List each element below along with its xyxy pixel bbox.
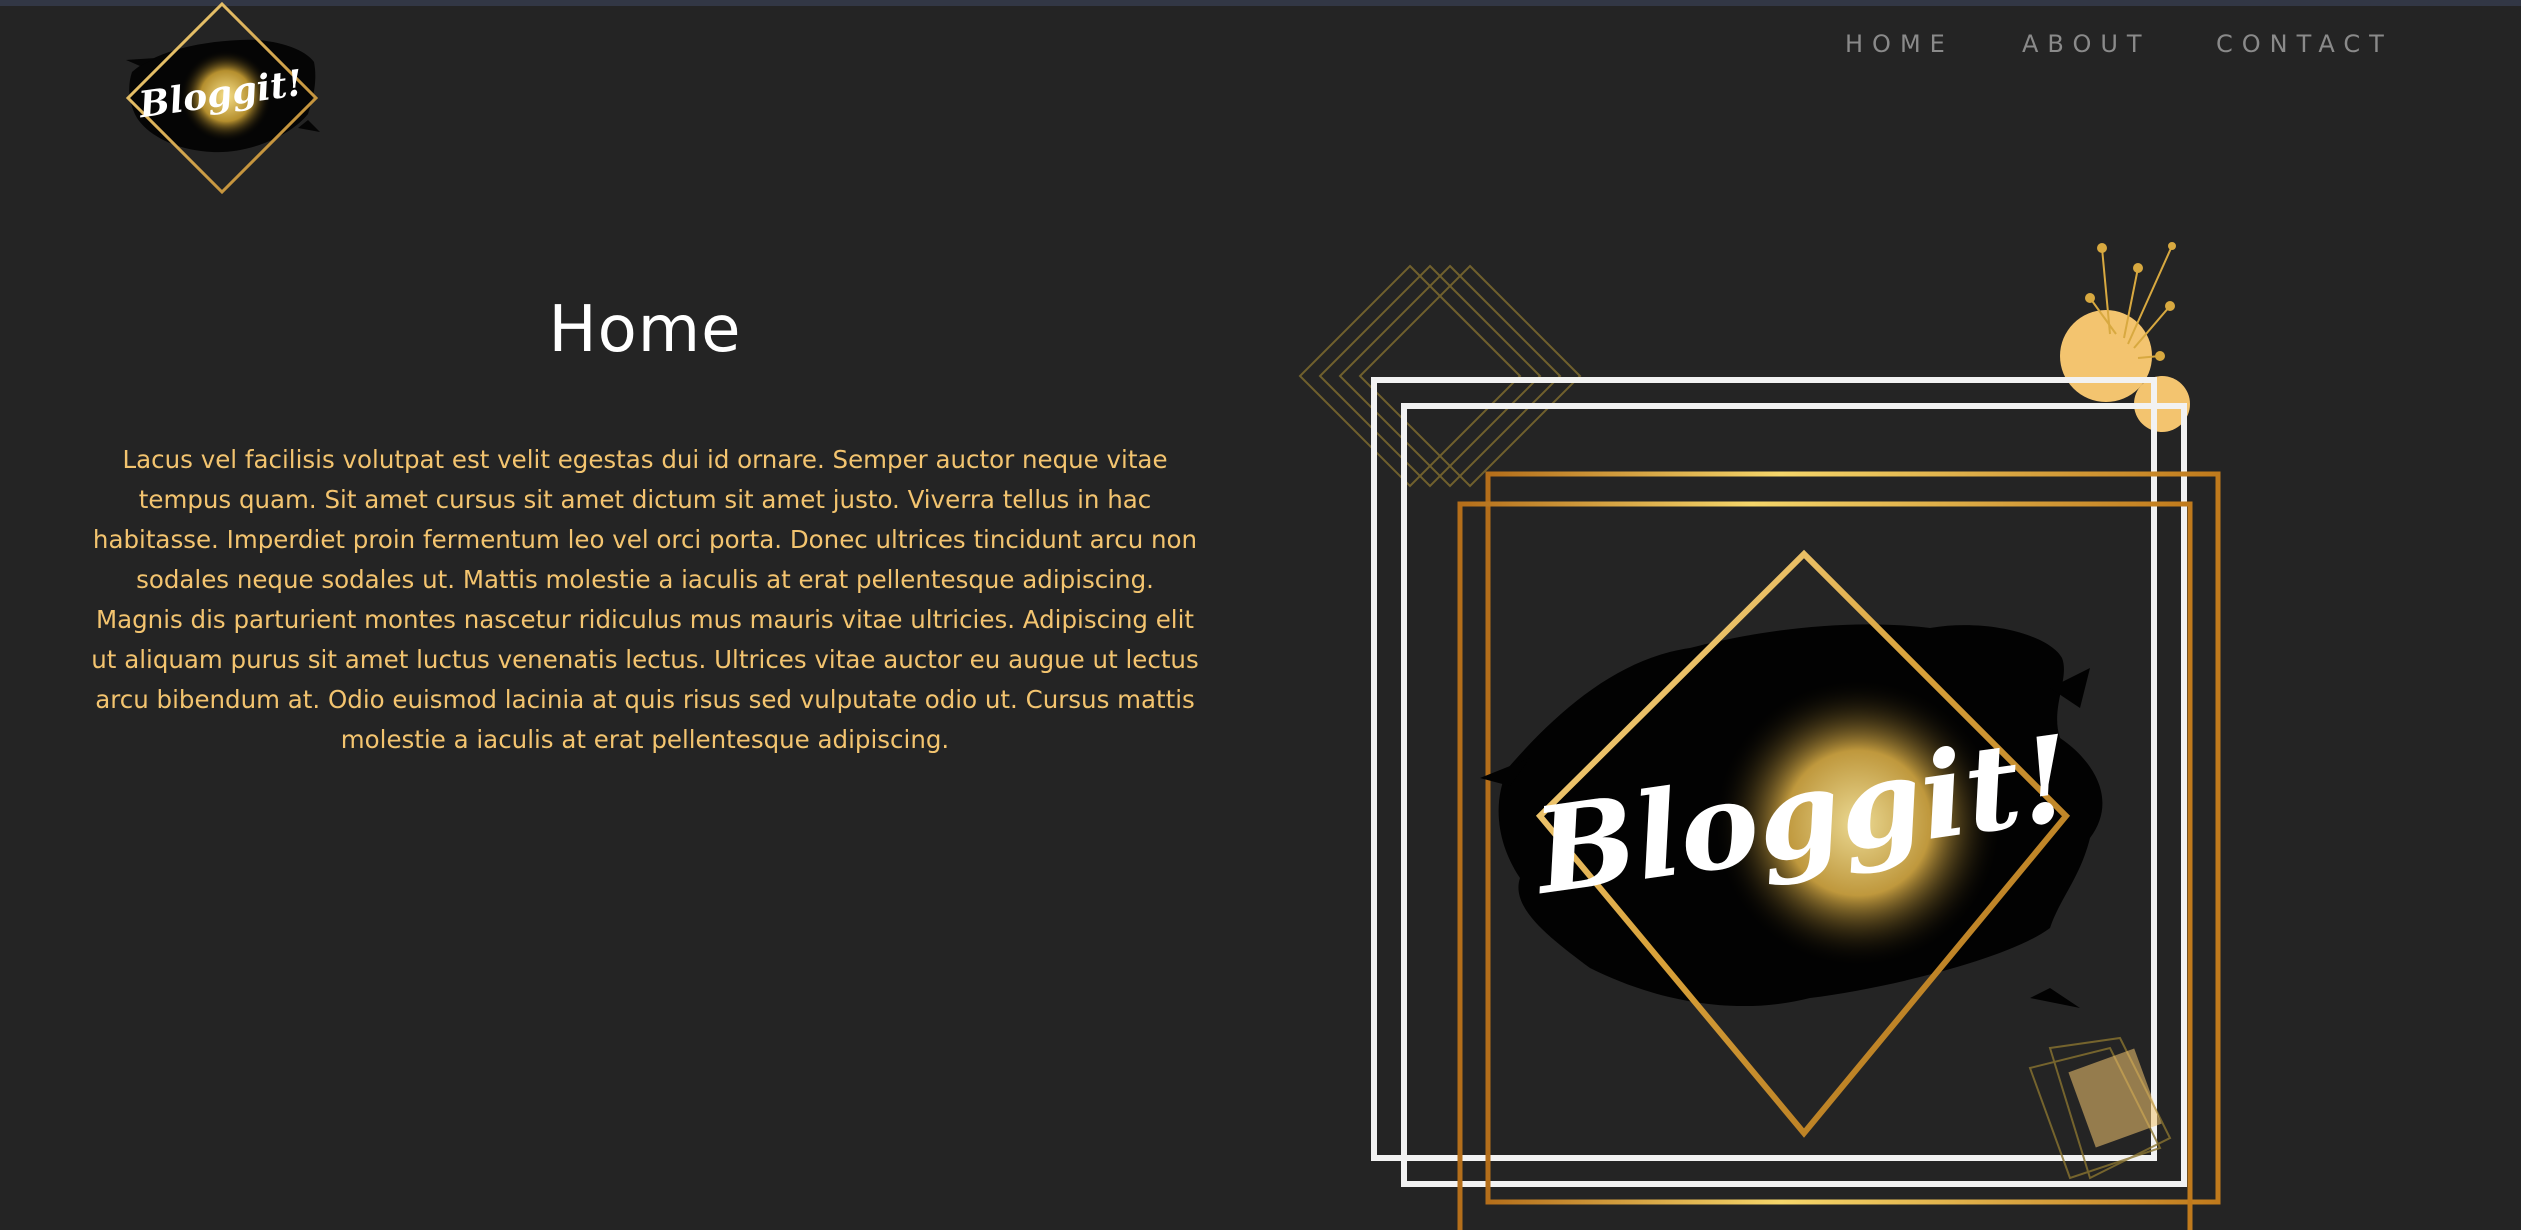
nav-home[interactable]: HOME <box>1845 24 1954 64</box>
top-strip <box>0 0 2521 6</box>
decor-diamonds-top <box>1298 264 1582 488</box>
page-title: Home <box>548 293 742 367</box>
intro-paragraph: Lacus vel facilisis volutpat est velit e… <box>91 445 1199 754</box>
home-content: Home Lacus vel facilisis volutpat est ve… <box>90 280 1200 754</box>
nav-contact[interactable]: CONTACT <box>2216 24 2393 64</box>
hero-artwork: Bloggit! <box>1298 242 2221 1230</box>
main-nav: HOME ABOUT CONTACT <box>0 24 2521 64</box>
nav-about[interactable]: ABOUT <box>2022 24 2151 64</box>
